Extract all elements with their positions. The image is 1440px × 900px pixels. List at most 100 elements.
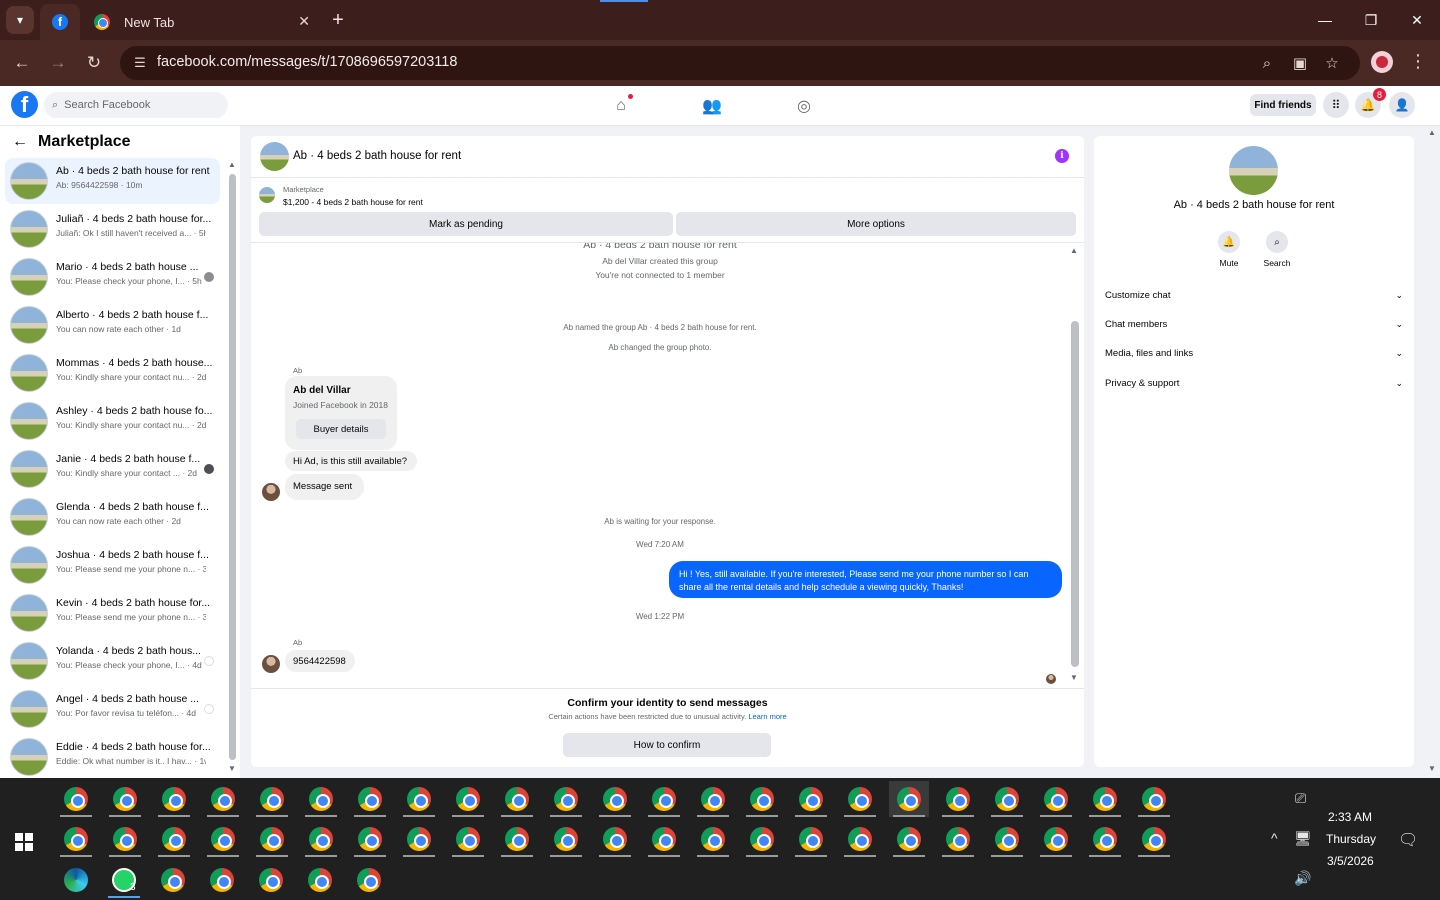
- chat-members-section[interactable]: Chat members ⌄: [1105, 314, 1403, 334]
- close-tab-icon[interactable]: ✕: [298, 13, 310, 30]
- learn-more-link[interactable]: Learn more: [748, 712, 786, 721]
- chrome-window-icon[interactable]: [448, 821, 488, 857]
- conversation-item[interactable]: Alberto · 4 beds 2 bath house f... You c…: [5, 302, 220, 348]
- chrome-window-icon[interactable]: [203, 821, 243, 857]
- clock-day[interactable]: Thursday: [1326, 832, 1376, 846]
- conversation-item[interactable]: Mario · 4 beds 2 bath house ... You: Ple…: [5, 254, 220, 300]
- chrome-window-icon[interactable]: [301, 821, 341, 857]
- page-scroll-down-icon[interactable]: ▼: [1428, 764, 1436, 773]
- conversation-item[interactable]: Ashley · 4 beds 2 bath house fo... You: …: [5, 398, 220, 444]
- chrome-window-icon[interactable]: [203, 781, 243, 817]
- chrome-window-icon[interactable]: [546, 781, 586, 817]
- sender-avatar[interactable]: [262, 655, 280, 673]
- mark-as-pending-button[interactable]: Mark as pending: [259, 212, 673, 236]
- chrome-window-icon[interactable]: [252, 821, 292, 857]
- browser-menu-icon[interactable]: ⋮: [1408, 51, 1428, 72]
- chat-title[interactable]: Ab · 4 beds 2 bath house for rent: [293, 150, 461, 162]
- scroll-up-arrow-icon[interactable]: ▲: [228, 160, 236, 169]
- zoom-icon[interactable]: ⌕: [1257, 53, 1277, 73]
- forward-button[interactable]: →: [46, 51, 70, 75]
- chrome-window-icon[interactable]: [497, 821, 537, 857]
- profile-avatar[interactable]: [1371, 51, 1393, 73]
- mute-button[interactable]: 🔔 Mute: [1214, 231, 1244, 268]
- close-window-button[interactable]: ✕: [1394, 0, 1440, 40]
- chrome-window-icon[interactable]: [1134, 821, 1174, 857]
- chrome-window-icon[interactable]: [987, 821, 1027, 857]
- sidebar-scrollbar[interactable]: [229, 174, 236, 760]
- clock-date[interactable]: 3/5/2026: [1327, 854, 1374, 868]
- listing-title[interactable]: $1,200 - 4 beds 2 bath house for rent: [283, 197, 423, 207]
- network-icon[interactable]: 🖥: [1294, 830, 1312, 847]
- chrome-window-icon[interactable]: [1036, 781, 1076, 817]
- chrome-window-icon[interactable]: [889, 781, 929, 817]
- chrome-window-icon[interactable]: [742, 781, 782, 817]
- media-files-links-section[interactable]: Media, files and links ⌄: [1105, 343, 1403, 363]
- edge-app-icon[interactable]: [56, 862, 96, 898]
- bookmark-star-icon[interactable]: ☆: [1322, 53, 1342, 73]
- find-friends-button[interactable]: Find friends: [1250, 94, 1316, 116]
- conversation-item[interactable]: Glenda · 4 beds 2 bath house f... You ca…: [5, 494, 220, 540]
- conversation-item[interactable]: Juliañ · 4 beds 2 bath house for... Juli…: [5, 206, 220, 252]
- chrome-window-icon[interactable]: [840, 821, 880, 857]
- customize-chat-section[interactable]: Customize chat ⌄: [1105, 285, 1403, 305]
- reload-button[interactable]: ↻: [82, 51, 106, 75]
- group-avatar[interactable]: [1229, 146, 1278, 195]
- account-avatar[interactable]: 👤: [1389, 92, 1415, 118]
- search-input[interactable]: ⌕ Search Facebook: [44, 92, 228, 118]
- chrome-window-icon[interactable]: [840, 781, 880, 817]
- conversation-item[interactable]: Janie · 4 beds 2 bath house f... You: Ki…: [5, 446, 220, 492]
- chrome-window-icon[interactable]: [252, 781, 292, 817]
- buyer-details-button[interactable]: Buyer details: [296, 419, 386, 439]
- show-hidden-icons-chevron-icon[interactable]: ^: [1271, 830, 1278, 846]
- chrome-window-icon[interactable]: [693, 821, 733, 857]
- clock-time[interactable]: 2:33 AM: [1328, 810, 1372, 824]
- chrome-window-icon[interactable]: [1085, 821, 1125, 857]
- chat-avatar[interactable]: [260, 142, 289, 171]
- chrome-window-icon[interactable]: [791, 781, 831, 817]
- chrome-window-icon[interactable]: [105, 781, 145, 817]
- privacy-support-section[interactable]: Privacy & support ⌄: [1105, 373, 1403, 393]
- chrome-window-icon[interactable]: [399, 821, 439, 857]
- chrome-app-icon[interactable]: [300, 862, 340, 898]
- action-center-icon[interactable]: 🗨: [1398, 830, 1418, 850]
- info-icon[interactable]: i: [1055, 149, 1069, 163]
- groups-icon[interactable]: ◎: [792, 94, 816, 118]
- minimize-button[interactable]: —: [1302, 0, 1348, 40]
- tab-facebook[interactable]: f: [40, 4, 80, 40]
- chrome-app-icon[interactable]: [202, 862, 242, 898]
- scroll-down-arrow-icon[interactable]: ▼: [1070, 673, 1078, 682]
- chrome-window-icon[interactable]: [546, 821, 586, 857]
- chrome-window-icon[interactable]: [1036, 821, 1076, 857]
- site-info-icon[interactable]: ☰: [130, 53, 150, 73]
- chrome-app-icon[interactable]: [153, 862, 193, 898]
- chrome-window-icon[interactable]: [644, 821, 684, 857]
- more-options-button[interactable]: More options: [676, 212, 1076, 236]
- facebook-logo-icon[interactable]: f: [11, 91, 38, 118]
- install-app-icon[interactable]: ▣: [1290, 53, 1310, 73]
- chrome-app-icon[interactable]: [251, 862, 291, 898]
- chrome-window-icon[interactable]: [987, 781, 1027, 817]
- whatsapp-app-icon[interactable]: 3: [104, 862, 144, 898]
- tab-search-button[interactable]: ▾: [6, 6, 34, 34]
- restore-button[interactable]: ❐: [1348, 0, 1394, 40]
- chrome-window-icon[interactable]: [350, 781, 390, 817]
- chrome-window-icon[interactable]: [301, 781, 341, 817]
- chrome-window-icon[interactable]: [448, 781, 488, 817]
- conversation-item[interactable]: Mommas · 4 beds 2 bath house... You: Kin…: [5, 350, 220, 396]
- meet-now-icon[interactable]: ⎚: [1295, 790, 1306, 807]
- chrome-window-icon[interactable]: [938, 821, 978, 857]
- chrome-window-icon[interactable]: [497, 781, 537, 817]
- friends-icon[interactable]: 👥: [700, 94, 724, 118]
- conversation-item[interactable]: Yolanda · 4 beds 2 bath hous... You: Ple…: [5, 638, 220, 684]
- how-to-confirm-button[interactable]: How to confirm: [563, 733, 771, 757]
- back-button[interactable]: ←: [10, 51, 34, 75]
- conversation-item[interactable]: Eddie · 4 beds 2 bath house for... Eddie…: [5, 734, 220, 780]
- chrome-window-icon[interactable]: [154, 821, 194, 857]
- chrome-window-icon[interactable]: [56, 821, 96, 857]
- chrome-window-icon[interactable]: [889, 821, 929, 857]
- chrome-window-icon[interactable]: [595, 781, 635, 817]
- chrome-window-icon[interactable]: [693, 781, 733, 817]
- chrome-window-icon[interactable]: [399, 781, 439, 817]
- conversation-item[interactable]: Kevin · 4 beds 2 bath house for... You: …: [5, 590, 220, 636]
- chrome-window-icon[interactable]: [105, 821, 145, 857]
